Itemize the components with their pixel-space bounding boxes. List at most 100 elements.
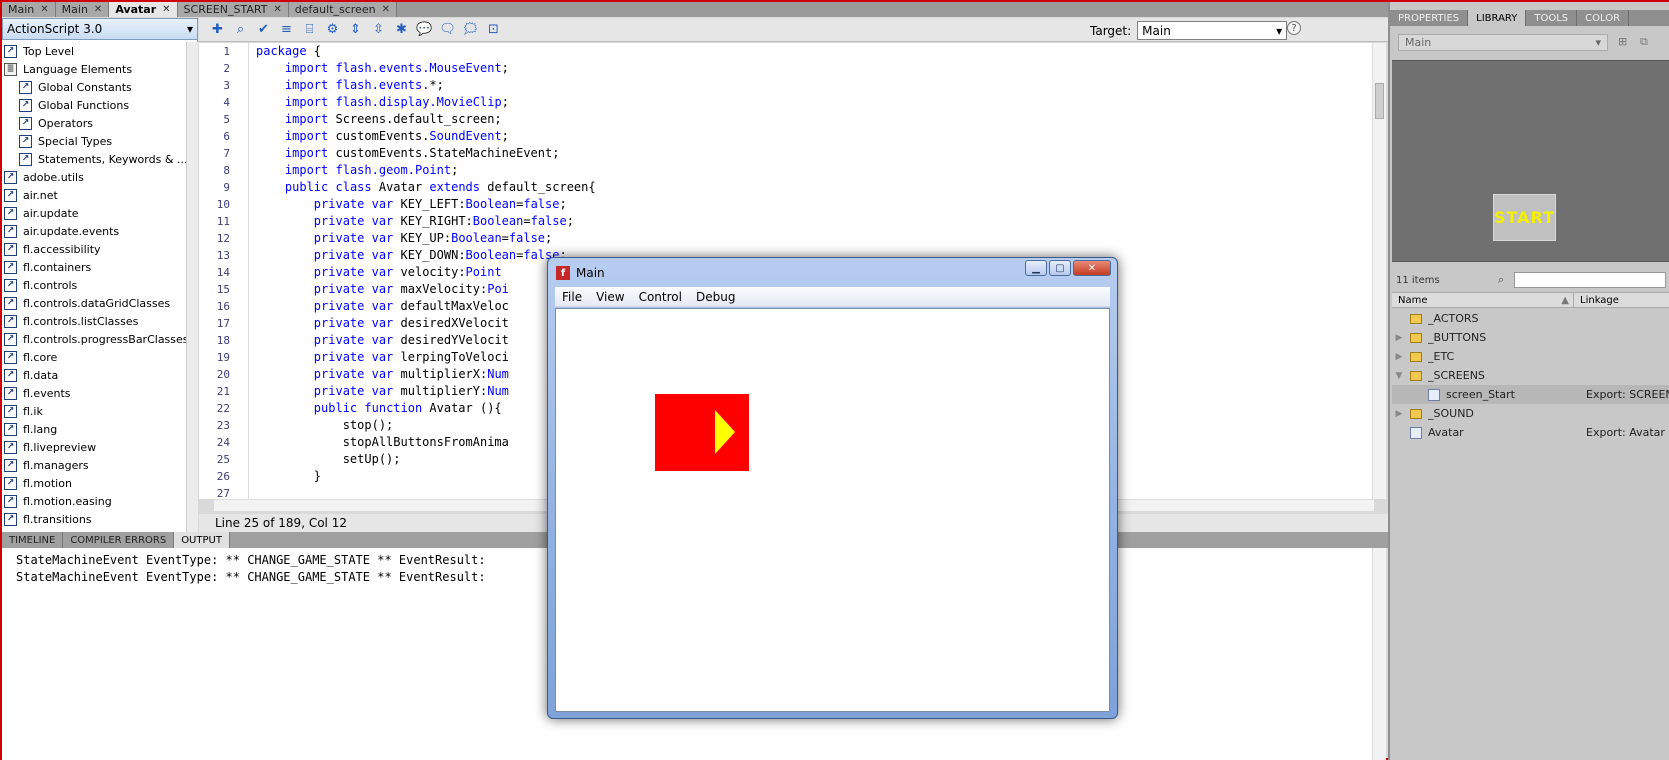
close-tab-icon[interactable]: ✕	[273, 4, 281, 15]
check-syntax-icon[interactable]: ✔	[255, 21, 272, 38]
expand-all-icon[interactable]: ✱	[393, 21, 410, 38]
library-item[interactable]: ▶ _SOUND	[1392, 404, 1669, 423]
debug-options-icon[interactable]: ⚙	[324, 21, 341, 38]
actions-tree-item[interactable]: ↗ fl.ik	[2, 402, 186, 420]
actions-tree-item[interactable]: ↗ fl.containers	[2, 258, 186, 276]
actions-tree-item[interactable]: ↗ Statements, Keywords & ...	[2, 150, 186, 168]
actions-tree-item[interactable]: ↗ fl.controls.listClasses	[2, 312, 186, 330]
right-panel-tab[interactable]: LIBRARY	[1468, 10, 1527, 26]
library-item-linkage: Export: SCREEN_	[1586, 388, 1669, 401]
show-hide-toolbox-icon[interactable]: ⊡	[485, 21, 502, 38]
actions-tree-item[interactable]: ↗ air.update.events	[2, 222, 186, 240]
right-panel-tab[interactable]: PROPERTIES	[1390, 10, 1469, 26]
actions-tree-item[interactable]: ↗ fl.events	[2, 384, 186, 402]
language-version-select[interactable]: ActionScript 3.0 ▾	[2, 18, 198, 40]
package-icon: ↗	[4, 404, 17, 418]
right-panel-tab[interactable]: COLOR	[1577, 10, 1630, 26]
close-tab-icon[interactable]: ✕	[94, 4, 102, 15]
library-search-input[interactable]	[1514, 272, 1666, 288]
actions-tree-item[interactable]: ↗ fl.livepreview	[2, 438, 186, 456]
actions-tree-item[interactable]: ↗ air.update	[2, 204, 186, 222]
collapse-selection-icon[interactable]: ⇳	[370, 21, 387, 38]
maximize-icon[interactable]: ▢	[1049, 260, 1071, 276]
document-tab[interactable]: Avatar ✕	[109, 2, 178, 17]
player-menu-item[interactable]: Debug	[689, 290, 742, 304]
new-library-panel-icon[interactable]: ⧉	[1640, 35, 1654, 49]
library-item[interactable]: ▶ _BUTTONS	[1392, 328, 1669, 347]
pin-icon[interactable]: ⊞	[1618, 35, 1632, 49]
find-icon[interactable]: ⌕	[232, 21, 249, 38]
output-scrollbar[interactable]	[1372, 548, 1386, 760]
document-tab[interactable]: default_screen ✕	[288, 2, 397, 17]
actions-tree-item[interactable]: ↗ fl.lang	[2, 420, 186, 438]
actions-tree-item[interactable]: ↗ air.net	[2, 186, 186, 204]
remove-comment-icon[interactable]: 🗯	[462, 21, 479, 38]
library-item[interactable]: _ACTORS	[1392, 309, 1669, 328]
preview-start-button: START	[1493, 194, 1556, 241]
actions-tree-scrollbar[interactable]	[186, 42, 198, 532]
close-tab-icon[interactable]: ✕	[162, 4, 170, 15]
actions-tree-label: Statements, Keywords & ...	[38, 152, 186, 166]
name-column-header[interactable]: Name ▲	[1392, 293, 1574, 307]
actions-tree-item[interactable]: ↗ fl.core	[2, 348, 186, 366]
library-item[interactable]: ▼ _SCREENS	[1392, 366, 1669, 385]
actions-tree-item[interactable]: ↗ adobe.utils	[2, 168, 186, 186]
actions-tree-item[interactable]: ↗ Top Level	[2, 42, 186, 60]
actions-tree-item[interactable]: ↗ Global Constants	[2, 78, 186, 96]
actions-tree-item[interactable]: ↗ Operators	[2, 114, 186, 132]
line-number: 20	[216, 368, 230, 381]
close-tab-icon[interactable]: ✕	[382, 4, 390, 15]
document-tab[interactable]: Main ✕	[2, 2, 56, 17]
expand-arrow-icon[interactable]: ▶	[1392, 352, 1406, 362]
linkage-column-label: Linkage	[1580, 294, 1619, 306]
document-tab[interactable]: Main ✕	[55, 2, 110, 17]
player-menu-item[interactable]: View	[589, 290, 631, 304]
actions-tree-item[interactable]: ↗ fl.controls.dataGridClasses	[2, 294, 186, 312]
actions-tree-item[interactable]: ↗ fl.managers	[2, 456, 186, 474]
player-title-bar[interactable]: f Main	[556, 263, 605, 283]
minimize-icon[interactable]: ▁	[1025, 260, 1047, 276]
actions-tree-label: fl.containers	[23, 260, 92, 274]
auto-format-icon[interactable]: ≡	[278, 21, 295, 38]
actions-tree-item[interactable]: ↗ fl.data	[2, 366, 186, 384]
expand-arrow-icon[interactable]: ▶	[1392, 409, 1406, 419]
actions-tree-item[interactable]: ↗ Special Types	[2, 132, 186, 150]
collapse-between-braces-icon[interactable]: ⇕	[347, 21, 364, 38]
apply-line-comment-icon[interactable]: 🗨	[439, 21, 456, 38]
add-statement-icon[interactable]: ✚	[209, 21, 226, 38]
actions-tree-item[interactable]: ↗ fl.transitions	[2, 510, 186, 528]
document-tab[interactable]: SCREEN_START ✕	[177, 2, 289, 17]
actions-tree-item[interactable]: ≣ Language Elements	[2, 60, 186, 78]
expand-arrow-icon[interactable]: ▼	[1392, 371, 1406, 381]
library-item[interactable]: ▶ _ETC	[1392, 347, 1669, 366]
apply-block-comment-icon[interactable]: 💬	[416, 21, 433, 38]
library-item[interactable]: Avatar Export: Avatar	[1392, 423, 1669, 442]
actions-tree-item[interactable]: ↗ fl.motion	[2, 474, 186, 492]
player-menu-item[interactable]: File	[555, 290, 589, 304]
right-panel-tab[interactable]: TOOLS	[1526, 10, 1578, 26]
scrollbar-thumb[interactable]	[1375, 83, 1384, 119]
player-menu-item[interactable]: Control	[632, 290, 689, 304]
close-icon[interactable]: ✕	[1073, 260, 1111, 276]
actions-tree-item[interactable]: ↗ fl.accessibility	[2, 240, 186, 258]
panel-tab[interactable]: COMPILER ERRORS	[63, 532, 175, 548]
close-tab-icon[interactable]: ✕	[40, 4, 48, 15]
actions-tree-item[interactable]: ↗ fl.controls.progressBarClasses	[2, 330, 186, 348]
actions-tree-label: fl.motion	[23, 476, 72, 490]
expand-arrow-icon[interactable]: ▶	[1392, 333, 1406, 343]
actions-tree-item[interactable]: ↗ fl.motion.easing	[2, 492, 186, 510]
actions-tree-label: fl.controls.listClasses	[23, 314, 139, 328]
start-button[interactable]	[655, 394, 749, 471]
library-item[interactable]: screen_Start Export: SCREEN_	[1392, 385, 1669, 404]
panel-tab[interactable]: OUTPUT	[174, 532, 230, 548]
panel-tab[interactable]: TIMELINE	[2, 532, 64, 548]
help-icon[interactable]: ?	[1287, 21, 1301, 35]
linkage-column-header[interactable]: Linkage	[1574, 293, 1619, 307]
library-document-select[interactable]: Main ▾	[1398, 34, 1608, 51]
editor-vertical-scrollbar[interactable]	[1372, 43, 1386, 499]
actions-tree-item[interactable]: ↗ Global Functions	[2, 96, 186, 114]
player-stage[interactable]	[555, 308, 1110, 712]
target-select[interactable]: Main ▾	[1137, 21, 1288, 40]
code-hint-icon[interactable]: ⌸	[301, 21, 318, 38]
actions-tree-item[interactable]: ↗ fl.controls	[2, 276, 186, 294]
